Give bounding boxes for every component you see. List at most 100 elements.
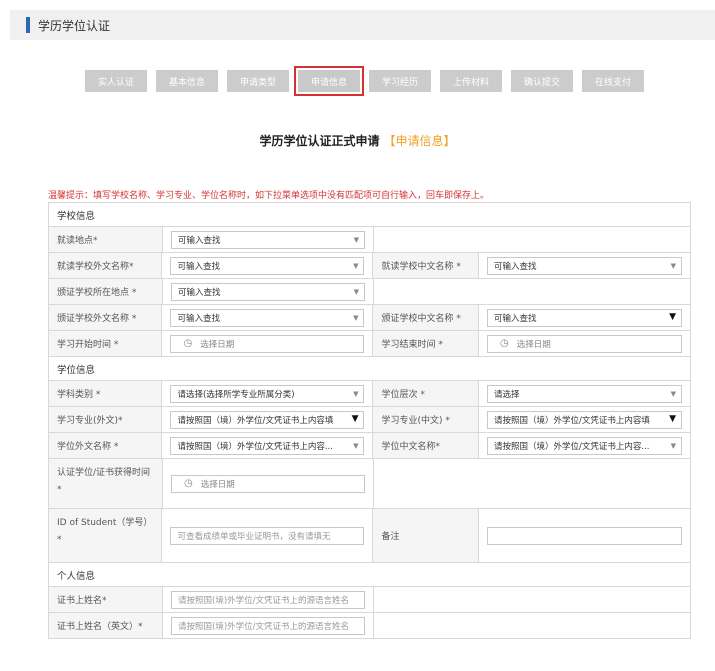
major-foreign-value: 请按照国（境）外学位/文凭证书上内容填 [177,415,334,426]
form-row: ID of Student（学号）* 可查看成绩单或毕业证明书，没有请填无 备注 [49,509,690,563]
student-id-label: ID of Student（学号）* [49,509,163,562]
chevron-down-icon: ▼ [670,441,676,450]
cert-name-label: 证书上姓名* [49,587,163,612]
section-degree-info: 学位信息 [49,357,690,381]
school-chinese-label: 就读学校中文名称 * [373,253,479,278]
application-form: 学校信息 就读地点* 可输入查找 ▼ 就读学校外文名称* 可输入查找 ▼ 就读学校中… [48,202,691,639]
form-row: 就读学校外文名称* 可输入查找 ▼ 就读学校中文名称 * 可输入查找 ▼ [49,253,690,279]
form-row: 证书上姓名* 请按照国(境)外学位/文凭证书上的源语言姓名 [49,587,690,613]
clock-icon: ◷ [184,478,193,489]
chevron-down-icon: ▼ [353,287,359,296]
issuer-location-value: 可输入查找 [178,287,221,298]
step-upload-materials[interactable]: 上传材料 [440,70,502,92]
cert-name-en-label: 证书上姓名（英文）* [49,613,163,638]
step-real-name[interactable]: 实人认证 [85,70,147,92]
degree-level-value: 请选择 [494,389,520,400]
degree-chinese-value: 请按照国（境）外学位/文凭证书上内容... [494,441,650,452]
clock-icon: ◷ [500,338,509,349]
issuer-location-label: 颁证学校所在地点 * [49,279,163,304]
page-header: 学历学位认证 [10,10,715,40]
obtained-time-value: 选择日期 [200,479,235,490]
form-row: 认证学位/证书获得时间 * ◷ 选择日期 [49,459,690,509]
issuer-chinese-value: 可输入查找 [494,313,537,324]
chevron-down-icon: ▼ [669,311,676,322]
step-nav: 实人认证 基本信息 申请类型 申请信息 学习经历 上传材料 确认提交 在线支付 [85,66,644,96]
obtained-time-picker[interactable]: ◷ 选择日期 [171,474,365,493]
end-time-value: 选择日期 [516,339,551,350]
degree-foreign-label: 学位外文名称 * [49,433,163,458]
form-row: 颁证学校所在地点 * 可输入查找 ▼ [49,279,690,305]
start-time-value: 选择日期 [200,339,235,350]
clock-icon: ◷ [183,338,193,349]
subject-category-select[interactable]: 请选择(选择所学专业所属分类) ▼ [170,384,365,403]
step-basic-info[interactable]: 基本信息 [156,70,218,92]
school-chinese-value: 可输入查找 [494,261,537,272]
chevron-down-icon: ▼ [353,441,359,450]
school-chinese-select[interactable]: 可输入查找 ▼ [487,256,682,275]
form-row: 就读地点* 可输入查找 ▼ [49,227,690,253]
chevron-down-icon: ▼ [353,261,359,270]
subject-category-label: 学科类别 * [49,381,163,406]
school-foreign-select[interactable]: 可输入查找 ▼ [170,256,365,275]
degree-chinese-select[interactable]: 请按照国（境）外学位/文凭证书上内容... ▼ [487,436,682,455]
subject-category-value: 请选择(选择所学专业所属分类) [177,389,295,400]
chevron-down-icon: ▼ [670,261,676,270]
remark-input[interactable] [487,526,682,545]
issuer-foreign-label: 颁证学校外文名称 * [49,305,163,330]
study-location-select[interactable]: 可输入查找 ▼ [171,230,365,249]
major-foreign-label: 学习专业(外文)* [49,407,163,432]
form-row: 学位外文名称 * 请按照国（境）外学位/文凭证书上内容... ▼ 学位中文名称* … [49,433,690,459]
form-row: 学习专业(外文)* 请按照国（境）外学位/文凭证书上内容填 ▼ 学习专业(中文) … [49,407,690,433]
chevron-down-icon: ▼ [353,313,359,322]
form-title-main: 学历学位认证正式申请 [259,134,380,148]
section-school-info: 学校信息 [49,203,690,227]
school-foreign-value: 可输入查找 [177,261,220,272]
start-time-picker[interactable]: ◷ 选择日期 [170,334,365,353]
form-title: 学历学位认证正式申请 【申请信息】 [0,132,715,149]
degree-foreign-select[interactable]: 请按照国（境）外学位/文凭证书上内容... ▼ [170,436,365,455]
school-foreign-label: 就读学校外文名称* [49,253,163,278]
chevron-down-icon: ▼ [669,413,676,424]
issuer-foreign-value: 可输入查找 [177,313,220,324]
end-time-label: 学习结束时间 * [373,331,479,356]
page-title: 学历学位认证 [38,18,111,33]
step-online-payment[interactable]: 在线支付 [582,70,644,92]
degree-foreign-value: 请按照国（境）外学位/文凭证书上内容... [177,441,333,452]
end-time-picker[interactable]: ◷ 选择日期 [487,334,682,353]
student-id-input[interactable]: 可查看成绩单或毕业证明书，没有请填无 [170,526,365,545]
obtained-time-label: 认证学位/证书获得时间 * [49,459,163,508]
study-location-value: 可输入查找 [178,235,221,246]
step-application-type[interactable]: 申请类型 [227,70,289,92]
issuer-chinese-select[interactable]: 可输入查找 ▼ [487,308,682,327]
major-chinese-value: 请按照国（境）外学位/文凭证书上内容填 [494,415,650,426]
issuer-foreign-select[interactable]: 可输入查找 ▼ [170,308,365,327]
section-personal-info: 个人信息 [49,563,690,587]
chevron-down-icon: ▼ [353,389,359,398]
step-confirm-submit[interactable]: 确认提交 [511,70,573,92]
chevron-down-icon: ▼ [353,235,359,244]
degree-level-label: 学位层次 * [373,381,479,406]
major-chinese-label: 学习专业(中文) * [373,407,479,432]
chevron-down-icon: ▼ [351,413,359,424]
issuer-location-select[interactable]: 可输入查找 ▼ [171,282,365,301]
cert-name-input[interactable]: 请按照国(境)外学位/文凭证书上的源语言姓名 [171,590,365,609]
degree-level-select[interactable]: 请选择 ▼ [487,384,682,403]
cert-name-en-input[interactable]: 请按照国(境)外学位/文凭证书上的源语言姓名 [171,616,365,635]
step-study-history[interactable]: 学习经历 [369,70,431,92]
form-row: 学科类别 * 请选择(选择所学专业所属分类) ▼ 学位层次 * 请选择 ▼ [49,381,690,407]
step-application-info[interactable]: 申请信息 [294,66,364,96]
start-time-label: 学习开始时间 * [49,331,163,356]
form-row: 颁证学校外文名称 * 可输入查找 ▼ 颁证学校中文名称 * 可输入查找 ▼ [49,305,690,331]
chevron-down-icon: ▼ [670,389,676,398]
major-chinese-select[interactable]: 请按照国（境）外学位/文凭证书上内容填 ▼ [487,410,682,429]
warning-tip: 温馨提示：填写学校名称、学习专业、学位名称时，如下拉菜单选项中没有匹配项可自行输… [48,191,490,201]
form-title-highlight: 【申请信息】 [383,134,456,148]
major-foreign-select[interactable]: 请按照国（境）外学位/文凭证书上内容填 ▼ [170,410,365,429]
form-row: 学习开始时间 * ◷ 选择日期 学习结束时间 * ◷ 选择日期 [49,331,690,357]
study-location-label: 就读地点* [49,227,163,252]
header-accent-bar [26,17,30,33]
form-row: 证书上姓名（英文）* 请按照国(境)外学位/文凭证书上的源语言姓名 [49,613,690,639]
issuer-chinese-label: 颁证学校中文名称 * [373,305,479,330]
remark-label: 备注 [373,509,479,562]
degree-chinese-label: 学位中文名称* [373,433,479,458]
